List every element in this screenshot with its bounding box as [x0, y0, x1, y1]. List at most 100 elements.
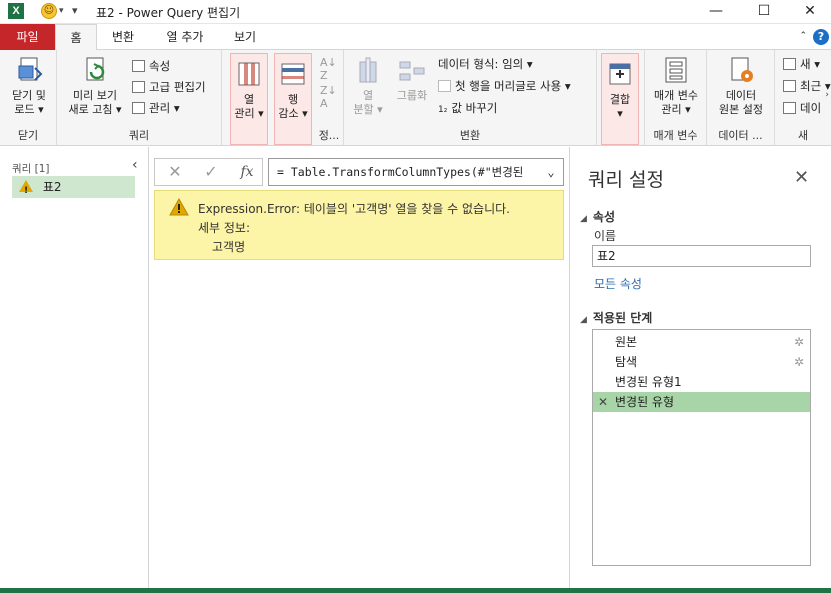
minimize-button[interactable]: —	[693, 0, 739, 24]
error-details-label: 세부 정보:	[198, 221, 251, 235]
properties-label: 속성	[149, 59, 171, 73]
applied-steps-list: 원본 ✲ 탐색 ✲ 변경된 유형1 ✕ 변경된 유형	[592, 329, 811, 566]
formula-text: = Table.TransformColumnTypes(#"변경된	[277, 165, 524, 179]
enter-data-button[interactable]: 데이	[783, 100, 821, 116]
refresh-preview-label: 미리 보기 새로 고침 ▾	[68, 89, 122, 116]
split-column-label: 열 분할 ▾	[353, 89, 383, 116]
gear-icon[interactable]: ✲	[794, 332, 804, 352]
use-first-row-headers-button[interactable]: 첫 행을 머리글로 사용 ▾	[438, 78, 571, 94]
replace-values-icon: 1₂	[438, 105, 448, 115]
fx-icon[interactable]: fx	[235, 162, 259, 182]
tab-view[interactable]: 보기	[222, 24, 268, 50]
new-source-button[interactable]: 새 ▾	[783, 56, 820, 72]
tab-file[interactable]: 파일	[0, 24, 55, 50]
error-details-value: 고객명	[212, 240, 246, 254]
group-new-query: 새 ▾ 최근 ▾ 데이 새 ›	[775, 50, 831, 146]
replace-values-button[interactable]: 1₂ 값 바꾸기	[438, 100, 497, 118]
excel-icon[interactable]: X	[8, 3, 24, 19]
group-data-source-label: 데이터 ...	[718, 129, 763, 142]
query-name-input[interactable]: 표2	[592, 245, 811, 267]
ribbon-scroll-right-icon[interactable]: ›	[825, 90, 829, 100]
parameters-icon	[660, 54, 692, 86]
applied-steps-section[interactable]: ◢ 적용된 단계	[580, 309, 652, 326]
close-button[interactable]: ✕	[787, 0, 831, 24]
collapse-queries-icon[interactable]: ‹	[132, 157, 138, 173]
status-bar	[0, 588, 831, 593]
error-warning-icon	[169, 197, 189, 219]
properties-button[interactable]: 속성	[132, 58, 170, 74]
group-query: 미리 보기 새로 고침 ▾ 속성 고급 편집기 관리 ▾ 쿼리	[57, 50, 222, 146]
manage-parameters-button[interactable]: 매개 변수 관리 ▾	[647, 54, 705, 117]
first-row-icon	[438, 80, 451, 92]
commit-formula-button[interactable]: ✓	[199, 162, 223, 182]
combine-icon	[604, 58, 636, 90]
recent-sources-button[interactable]: 최근 ▾	[783, 78, 831, 94]
title-bar: X ☺ ▾ ▾ 표2 - Power Query 편집기 — ☐ ✕	[0, 0, 831, 24]
window-title: 표2 - Power Query 편집기	[96, 6, 241, 20]
group-by-button[interactable]: 그룹화	[390, 54, 434, 103]
advanced-editor-button[interactable]: 고급 편집기	[132, 79, 206, 95]
manage-label: 관리 ▾	[149, 101, 180, 115]
step-source[interactable]: 원본 ✲	[593, 332, 810, 352]
enter-data-icon	[783, 102, 796, 114]
step-navigation[interactable]: 탐색 ✲	[593, 352, 810, 372]
close-and-load-button[interactable]: 닫기 및 로드 ▾	[4, 54, 54, 117]
columns-icon	[233, 58, 265, 90]
group-parameters: 매개 변수 관리 ▾ 매개 변수	[645, 50, 707, 146]
warning-icon	[19, 180, 33, 201]
close-settings-icon[interactable]: ✕	[794, 167, 809, 188]
tab-transform[interactable]: 변환	[100, 24, 146, 50]
enter-data-label: 데이	[800, 101, 822, 115]
error-message-box: Expression.Error: 테이블의 '고객명' 열을 찾을 수 없습니…	[154, 190, 564, 260]
group-new-label: 새	[797, 129, 809, 142]
tab-home[interactable]: 홈	[55, 24, 97, 51]
sort-descending-button[interactable]: Z↓ A	[320, 84, 337, 110]
query-item[interactable]: 표2	[12, 176, 135, 201]
queries-pane: 쿼리 [1] ‹ 표2	[0, 147, 149, 588]
data-type-dropdown[interactable]: 데이터 형식: 임의 ▾	[438, 56, 533, 72]
customize-toolbar-icon[interactable]: ▾	[72, 4, 78, 17]
new-source-icon	[783, 58, 796, 70]
step-changed-type[interactable]: ✕ 변경된 유형	[593, 392, 810, 412]
advanced-editor-icon	[132, 81, 145, 93]
gear-icon[interactable]: ✲	[794, 352, 804, 372]
manage-parameters-label: 매개 변수 관리 ▾	[654, 89, 698, 116]
reduce-rows-button[interactable]: 행 감소 ▾	[274, 53, 312, 145]
properties-icon	[132, 60, 145, 72]
help-icon[interactable]: ?	[813, 29, 829, 45]
data-source-settings-button[interactable]: 데이터 원본 설정	[711, 54, 771, 117]
step-changed-type-1[interactable]: 변경된 유형1	[593, 372, 810, 392]
step-label: 변경된 유형	[615, 395, 675, 409]
manage-button[interactable]: 관리 ▾	[132, 100, 180, 116]
maximize-button[interactable]: ☐	[741, 0, 787, 24]
collapse-steps-icon: ◢	[580, 315, 587, 325]
all-properties-link[interactable]: 모든 속성	[594, 275, 642, 292]
refresh-preview-button[interactable]: 미리 보기 새로 고침 ▾	[63, 54, 127, 117]
group-query-label: 쿼리	[128, 129, 150, 142]
group-combine: 결합 ▾	[597, 50, 645, 146]
delete-step-icon[interactable]: ✕	[598, 392, 608, 412]
refresh-icon	[79, 54, 111, 86]
collapse-properties-icon: ◢	[580, 214, 587, 224]
name-label: 이름	[594, 229, 617, 243]
sort-ascending-button[interactable]: A↓ Z	[320, 56, 337, 82]
tab-add-column[interactable]: 열 추가	[155, 24, 215, 50]
error-message: Expression.Error: 테이블의 '고객명' 열을 찾을 수 없습니…	[198, 202, 510, 216]
formula-buttons: ✕ ✓ fx	[154, 158, 263, 186]
split-column-icon	[352, 54, 384, 86]
cancel-formula-button[interactable]: ✕	[163, 162, 187, 182]
undo-dropdown-icon[interactable]: ▾	[59, 6, 64, 16]
properties-section[interactable]: ◢ 속성	[580, 208, 615, 225]
formula-input[interactable]: = Table.TransformColumnTypes(#"변경된 ⌄	[268, 158, 564, 186]
collapse-ribbon-icon[interactable]: ⌃	[799, 31, 807, 41]
group-close-label: 닫기	[17, 129, 39, 142]
group-transform: 열 분할 ▾ 그룹화 데이터 형식: 임의 ▾ 첫 행을 머리글로 사용 ▾ 1…	[344, 50, 597, 146]
smiley-icon[interactable]: ☺	[41, 3, 57, 19]
group-parameters-label: 매개 변수	[653, 129, 698, 142]
split-column-button[interactable]: 열 분할 ▾	[350, 54, 386, 117]
combine-button[interactable]: 결합 ▾	[601, 53, 639, 145]
manage-columns-button[interactable]: 열 관리 ▾	[230, 53, 268, 145]
expand-formula-icon[interactable]: ⌄	[539, 159, 563, 185]
combine-label: 결합 ▾	[609, 93, 631, 120]
close-load-icon	[13, 54, 45, 86]
